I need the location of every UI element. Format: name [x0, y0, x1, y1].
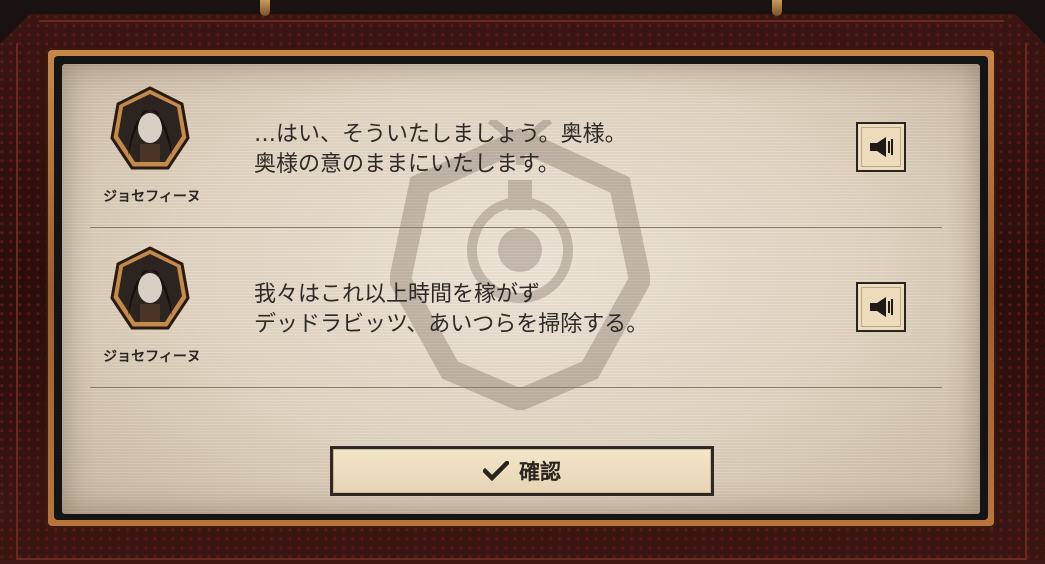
play-voice-button[interactable]	[856, 282, 906, 332]
speaker-icon	[870, 137, 893, 157]
dialogue-line: 奥様の意のままにいたします。	[254, 152, 560, 177]
speaker-icon	[870, 297, 893, 317]
dialogue-line: 我々はこれ以上時間を稼がず	[254, 282, 541, 307]
frame-rivet	[772, 0, 782, 16]
speaker-name: ジョセフィーヌ	[103, 189, 201, 205]
speaker-name: ジョセフィーヌ	[103, 349, 201, 365]
confirm-button[interactable]: 確認	[330, 446, 714, 496]
entry-divider	[90, 227, 942, 228]
dialogue-text: 我々はこれ以上時間を稼がず デッドラビッツ、あいつらを掃除する。	[254, 280, 814, 340]
checkmark-icon	[483, 461, 509, 481]
character-portrait	[110, 246, 190, 330]
entry-divider	[90, 387, 942, 388]
dialogue-line: デッドラビッツ、あいつらを掃除する。	[254, 312, 649, 337]
play-voice-button[interactable]	[856, 122, 906, 172]
frame-rivet	[260, 0, 270, 16]
dialog-entry: ジョセフィーヌ 我々はこれ以上時間を稼がず デッドラビッツ、あいつらを掃除する。	[90, 242, 942, 390]
dialogue-text: …はい、そういたしましょう。奥様。 奥様の意のままにいたします。	[254, 120, 814, 180]
dialog-entry: ジョセフィーヌ …はい、そういたしましょう。奥様。 奥様の意のままにいたします。	[90, 82, 942, 230]
confirm-label: 確認	[519, 460, 561, 484]
dialogue-line: …はい、そういたしましょう。奥様。	[254, 122, 627, 147]
character-portrait	[110, 86, 190, 170]
